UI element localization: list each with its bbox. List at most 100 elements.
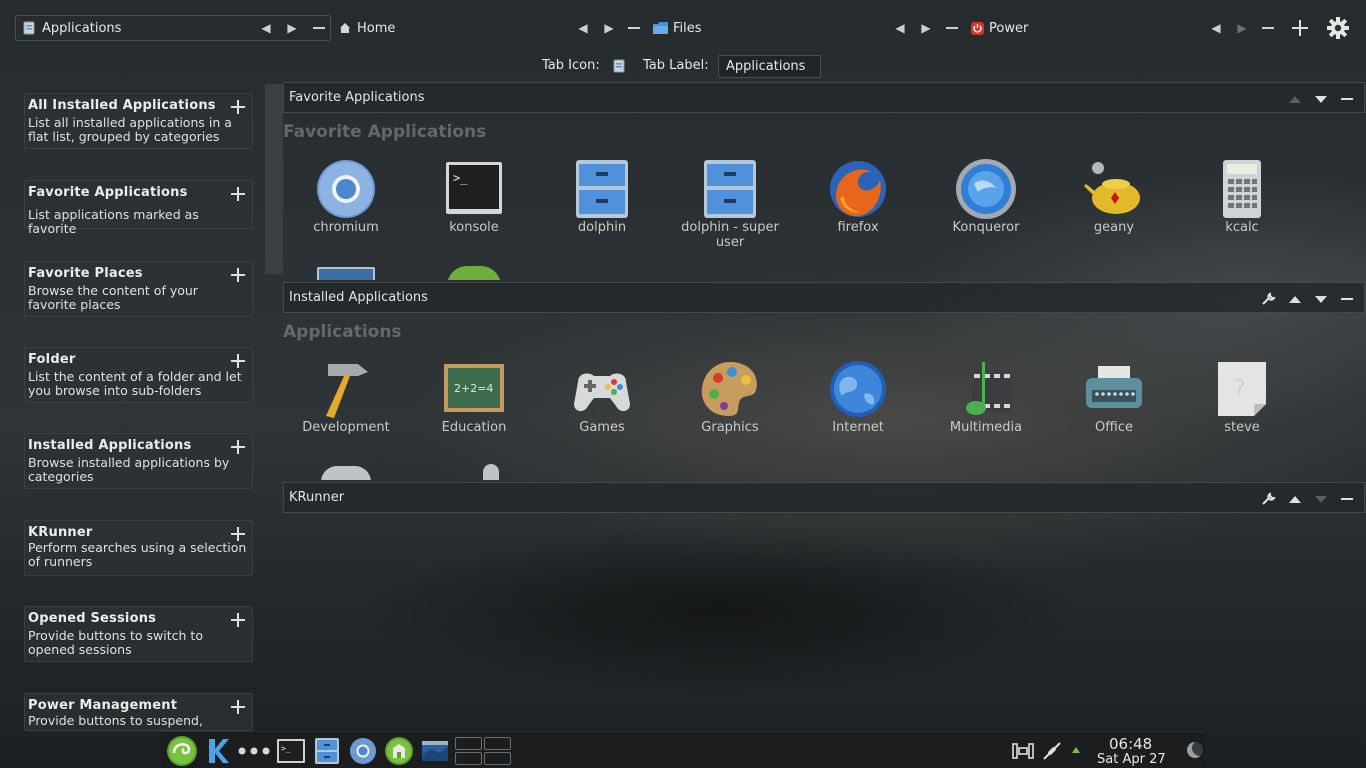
category-name: Multimedia	[949, 420, 1023, 435]
clock-time[interactable]: 06:48	[1109, 735, 1152, 753]
tab-label: Home	[357, 20, 396, 36]
desktop-task-icon[interactable]	[419, 736, 451, 766]
widget-power-management[interactable]: Power Management Provide buttons to susp…	[24, 693, 253, 731]
app-tile-konsole[interactable]: >_ konsole	[419, 158, 529, 235]
move-up-button[interactable]	[1286, 290, 1304, 308]
move-down-button[interactable]	[1312, 490, 1330, 508]
widget-krunner[interactable]: KRunner Perform searches using a selecti…	[24, 520, 253, 576]
widget-desc: List applications marked as favorite	[28, 207, 199, 236]
widget-desc: Perform searches using a selection of ru…	[28, 540, 247, 569]
installed-grid: Development 2+2=4 Education Games Graphi…	[283, 350, 1365, 480]
widget-favorite-places[interactable]: Favorite Places Browse the content of yo…	[24, 261, 253, 317]
add-widget-button[interactable]	[230, 186, 246, 202]
clock-date[interactable]: Sat Apr 27	[1097, 752, 1166, 767]
app-tile-kcalc[interactable]: kcalc	[1187, 158, 1297, 235]
widget-desc: List the content of a folder and let you…	[28, 369, 242, 398]
category-tile-internet[interactable]: Internet	[803, 358, 913, 435]
globe-icon	[826, 358, 890, 420]
tab-move-right-button[interactable]: ▶	[601, 19, 617, 37]
homerun-launcher-icon[interactable]	[165, 734, 199, 768]
move-down-button[interactable]	[1312, 90, 1330, 108]
add-widget-button[interactable]	[230, 99, 246, 115]
tab-remove-button[interactable]	[946, 27, 958, 29]
konsole-task-icon[interactable]: >_	[275, 736, 307, 766]
widget-favorite-applications[interactable]: Favorite Applications List applications …	[24, 180, 253, 236]
app-tile-dolphin-super-user[interactable]: dolphin - super user	[675, 158, 785, 250]
activity-manager-icon[interactable]	[1011, 740, 1035, 762]
add-tab-button[interactable]	[1290, 18, 1310, 38]
add-widget-button[interactable]	[230, 353, 246, 369]
tab-move-left-button[interactable]: ◀	[258, 19, 274, 37]
tab-remove-button[interactable]	[313, 27, 325, 29]
remove-section-button[interactable]	[1338, 290, 1356, 308]
category-name: steve	[1224, 420, 1260, 435]
more-icon[interactable]	[237, 742, 271, 760]
category-name: Education	[441, 420, 507, 435]
app-tile-konqueror[interactable]: Konqueror	[931, 158, 1041, 235]
dolphin-icon	[570, 158, 634, 220]
add-widget-button[interactable]	[230, 439, 246, 455]
app-tile-firefox[interactable]: firefox	[803, 158, 913, 235]
installer-task-icon[interactable]	[383, 735, 415, 767]
typewriter-icon	[1082, 358, 1146, 420]
category-tile-steve[interactable]: ? steve	[1187, 358, 1297, 435]
category-name: Office	[1095, 420, 1133, 435]
category-tile-multimedia[interactable]: Multimedia	[931, 358, 1041, 435]
dolphin-task-icon[interactable]	[311, 736, 343, 766]
remove-section-button[interactable]	[1338, 90, 1356, 108]
dashboard-toggle-icon[interactable]	[1187, 742, 1203, 758]
move-up-button[interactable]	[1286, 90, 1304, 108]
system-tray-expand-icon[interactable]	[1072, 747, 1080, 753]
tab-label-input[interactable]: Applications	[718, 55, 821, 78]
wrench-icon[interactable]	[1260, 290, 1278, 308]
category-tile-games[interactable]: Games	[547, 358, 657, 435]
app-name: Konqueror	[952, 220, 1020, 235]
tab-label: Power	[989, 20, 1029, 36]
svg-text:2+2=4: 2+2=4	[454, 382, 493, 395]
move-up-button[interactable]	[1286, 490, 1304, 508]
tab-files[interactable]: Files	[652, 15, 882, 41]
wrench-icon[interactable]	[1260, 490, 1278, 508]
virtual-desktop-3[interactable]	[455, 752, 482, 765]
tab-move-left-button[interactable]: ◀	[892, 19, 908, 37]
category-tile-office[interactable]: Office	[1059, 358, 1169, 435]
tab-remove-button[interactable]	[628, 27, 640, 29]
kcalc-icon	[1210, 158, 1274, 220]
favorites-grid: chromium >_ konsole dolphin dolphin - su…	[283, 150, 1365, 280]
tab-move-left-button[interactable]: ◀	[1208, 19, 1224, 37]
move-down-button[interactable]	[1312, 290, 1330, 308]
tab-home[interactable]: Home	[338, 15, 568, 41]
virtual-desktop-2[interactable]	[484, 737, 511, 750]
add-widget-button[interactable]	[230, 612, 246, 628]
add-widget-button[interactable]	[230, 699, 246, 715]
tab-icon-button[interactable]	[611, 58, 627, 74]
widget-title: All Installed Applications	[28, 98, 216, 113]
tab-power[interactable]: Power	[970, 15, 1200, 41]
category-tile-development[interactable]: Development	[291, 358, 401, 435]
widget-title: Power Management	[28, 698, 178, 713]
virtual-desktop-4[interactable]	[484, 752, 511, 765]
widget-all-installed-applications[interactable]: All Installed Applications List all inst…	[24, 93, 253, 149]
tab-move-right-button[interactable]: ▶	[918, 19, 934, 37]
tab-move-right-button[interactable]: ▶	[1234, 19, 1250, 37]
tab-remove-button[interactable]	[1262, 27, 1274, 29]
app-tile-geany[interactable]: geany	[1059, 158, 1169, 235]
app-tile-chromium[interactable]: chromium	[291, 158, 401, 235]
widget-opened-sessions[interactable]: Opened Sessions Provide buttons to switc…	[24, 606, 253, 662]
add-widget-button[interactable]	[230, 526, 246, 542]
virtual-desktop-1[interactable]	[455, 737, 482, 750]
widget-installed-applications[interactable]: Installed Applications Browse installed …	[24, 433, 253, 489]
add-widget-button[interactable]	[230, 267, 246, 283]
network-connected-icon[interactable]	[1041, 740, 1063, 762]
chromium-task-icon[interactable]	[347, 736, 379, 766]
tab-move-right-button[interactable]: ▶	[284, 19, 300, 37]
kde-menu-icon[interactable]	[203, 736, 233, 766]
widget-folder[interactable]: Folder List the content of a folder and …	[24, 347, 253, 403]
widget-list-scrollbar[interactable]	[265, 84, 283, 274]
category-tile-graphics[interactable]: Graphics	[675, 358, 785, 435]
category-tile-education[interactable]: 2+2=4 Education	[419, 358, 529, 435]
gear-icon[interactable]	[1326, 16, 1350, 40]
app-tile-dolphin[interactable]: dolphin	[547, 158, 657, 235]
tab-move-left-button[interactable]: ◀	[575, 19, 591, 37]
remove-section-button[interactable]	[1338, 490, 1356, 508]
